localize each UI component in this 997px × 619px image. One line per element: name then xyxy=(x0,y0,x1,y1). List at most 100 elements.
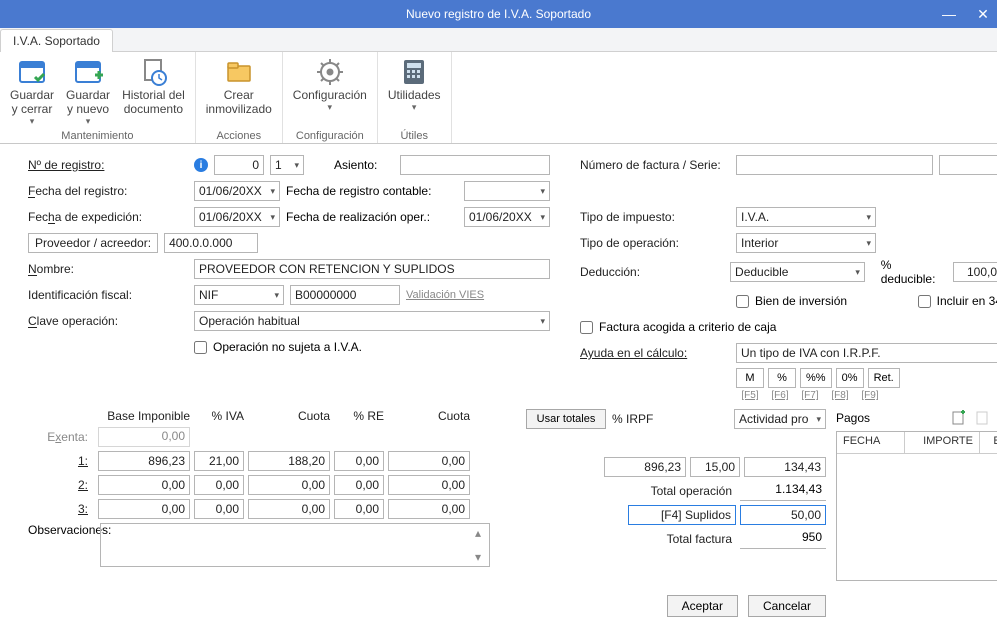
id-numero-input[interactable] xyxy=(290,285,400,305)
hotkey-f8-label: [F8] xyxy=(826,390,854,401)
num-factura-input[interactable] xyxy=(736,155,933,175)
validacion-vies-link[interactable]: Validación VIES xyxy=(406,289,484,301)
tipo-impuesto-combo[interactable]: I.V.A.▾ xyxy=(736,207,876,227)
r3-pctiva-input[interactable] xyxy=(194,499,244,519)
nombre-input[interactable] xyxy=(194,259,550,279)
fecha-reg-contable-combo[interactable]: ▾ xyxy=(464,181,550,201)
hotkey-m-button[interactable]: M xyxy=(736,368,764,388)
row-2-label[interactable]: 2: xyxy=(28,478,94,492)
pagos-col-importe: IMPORTE xyxy=(905,432,980,453)
cancelar-button[interactable]: Cancelar xyxy=(748,595,826,617)
hotkey-0pct-button[interactable]: 0% xyxy=(836,368,864,388)
group-title: Configuración xyxy=(289,130,371,142)
r1-base-input[interactable] xyxy=(98,451,190,471)
r1-pctre-input[interactable] xyxy=(334,451,384,471)
row-3-label[interactable]: 3: xyxy=(28,502,94,516)
ribbon-group-config: Configuración ▾ Configuración xyxy=(283,52,378,143)
tab-iva-soportado[interactable]: I.V.A. Soportado xyxy=(0,29,113,52)
suplidos-label[interactable]: [F4] Suplidos xyxy=(628,505,736,525)
r3-pctre-input[interactable] xyxy=(334,499,384,519)
calendar-save-icon xyxy=(16,56,48,88)
pct-irpf-label: % IRPF xyxy=(612,412,658,426)
r2-base-input[interactable] xyxy=(98,475,190,495)
asiento-input[interactable] xyxy=(400,155,550,175)
hotkey-f9-label: [F9] xyxy=(856,390,884,401)
observaciones-textarea[interactable]: ▴▾ xyxy=(100,523,490,567)
incluir-347-checkbox[interactable]: Incluir en 347 xyxy=(918,294,997,308)
deduccion-combo[interactable]: Deducible▾ xyxy=(730,262,865,282)
window-title: Nuevo registro de I.V.A. Soportado xyxy=(406,7,591,21)
ayuda-calculo-combo[interactable]: Un tipo de IVA con I.R.P.F.▾ xyxy=(736,343,997,363)
save-new-button[interactable]: Guardar y nuevo ▾ xyxy=(62,54,114,130)
fecha-realizacion-combo[interactable]: 01/06/20XX▾ xyxy=(464,207,550,227)
r3-base-input[interactable] xyxy=(98,499,190,519)
r2-cuotare-input[interactable] xyxy=(388,475,470,495)
aceptar-button[interactable]: Aceptar xyxy=(667,595,738,617)
save-close-button[interactable]: Guardar y cerrar ▾ xyxy=(6,54,58,130)
clave-operacion-label: Clave operación: xyxy=(28,314,188,328)
irpf-base-input[interactable] xyxy=(604,457,686,477)
hotkey-ret-button[interactable]: Ret. xyxy=(868,368,900,388)
numero-registro-seq-combo[interactable]: 1▾ xyxy=(270,155,304,175)
serie-input[interactable] xyxy=(939,155,997,175)
id-tipo-combo[interactable]: NIF▾ xyxy=(194,285,284,305)
label: Crear inmovilizado xyxy=(206,89,272,117)
total-factura-label: Total factura xyxy=(628,530,736,548)
info-icon[interactable]: i xyxy=(194,158,208,172)
calculator-icon xyxy=(398,56,430,88)
irpf-pct-input[interactable] xyxy=(690,457,740,477)
scrollbar[interactable]: ▴▾ xyxy=(473,524,489,566)
ribbon-group-acciones: Crear inmovilizado Acciones xyxy=(196,52,283,143)
proveedor-button[interactable]: Proveedor / acreedor: xyxy=(28,233,158,253)
irpf-cuota-input[interactable] xyxy=(744,457,826,477)
actividad-combo[interactable]: Actividad pro▾ xyxy=(734,409,826,429)
title-bar: Nuevo registro de I.V.A. Soportado — ✕ xyxy=(0,0,997,28)
tipo-operacion-combo[interactable]: Interior▾ xyxy=(736,233,876,253)
dropdown-icon: ▾ xyxy=(412,103,417,112)
suplidos-input[interactable] xyxy=(740,505,826,525)
pct-deducible-input[interactable] xyxy=(953,262,997,282)
r3-cuotare-input[interactable] xyxy=(388,499,470,519)
r1-cuota-input[interactable] xyxy=(248,451,330,471)
usar-totales-button[interactable]: Usar totales xyxy=(526,409,606,429)
fecha-registro-combo[interactable]: 01/06/20XX▾ xyxy=(194,181,280,201)
ayuda-calculo-label[interactable]: Ayuda en el cálculo: xyxy=(580,346,730,360)
group-title: Acciones xyxy=(202,130,276,142)
r2-pctiva-input[interactable] xyxy=(194,475,244,495)
hotkey-pctpct-button[interactable]: %% xyxy=(800,368,832,388)
fecha-expedicion-combo[interactable]: 01/06/20XX▾ xyxy=(194,207,280,227)
label: Utilidades xyxy=(388,89,441,103)
fecha-registro-label: Fecha del registro: xyxy=(28,184,188,198)
minimize-button[interactable]: — xyxy=(939,6,959,22)
dropdown-icon: ▾ xyxy=(30,117,35,126)
label: Configuración xyxy=(293,89,367,103)
doc-history-button[interactable]: Historial del documento xyxy=(118,54,189,130)
numero-registro-input[interactable] xyxy=(214,155,264,175)
dropdown-icon: ▾ xyxy=(86,117,91,126)
utilities-button[interactable]: Utilidades ▾ xyxy=(384,54,445,130)
r3-cuota-input[interactable] xyxy=(248,499,330,519)
numero-registro-label[interactable]: Nº de registro: xyxy=(28,158,188,172)
r2-pctre-input[interactable] xyxy=(334,475,384,495)
num-factura-label: Número de factura / Serie: xyxy=(580,158,730,172)
r1-cuotare-input[interactable] xyxy=(388,451,470,471)
add-payment-icon[interactable] xyxy=(950,409,968,427)
factura-caja-checkbox[interactable]: Factura acogida a criterio de caja xyxy=(580,320,776,334)
r1-pctiva-input[interactable] xyxy=(194,451,244,471)
close-button[interactable]: ✕ xyxy=(973,6,993,23)
hotkey-pct-button[interactable]: % xyxy=(768,368,796,388)
config-button[interactable]: Configuración ▾ xyxy=(289,54,371,130)
r2-cuota-input[interactable] xyxy=(248,475,330,495)
bien-inversion-checkbox[interactable]: Bien de inversión xyxy=(736,294,876,308)
create-asset-button[interactable]: Crear inmovilizado xyxy=(202,54,276,130)
proveedor-input[interactable] xyxy=(164,233,258,253)
edit-payment-icon[interactable] xyxy=(974,409,992,427)
clave-operacion-combo[interactable]: Operación habitual▾ xyxy=(194,311,550,331)
fecha-realizacion-label: Fecha de realización oper.: xyxy=(286,210,458,224)
row-1-label[interactable]: 1: xyxy=(28,454,94,468)
pagos-table[interactable]: FECHA IMPORTE E xyxy=(836,431,997,581)
ribbon-group-mantenimiento: Guardar y cerrar ▾ Guardar y nuevo ▾ His… xyxy=(0,52,196,143)
pagos-col-e: E xyxy=(980,432,997,453)
op-no-sujeta-checkbox[interactable]: Operación no sujeta a I.V.A. xyxy=(194,340,362,354)
col-pct-re-label: % RE xyxy=(334,409,384,423)
